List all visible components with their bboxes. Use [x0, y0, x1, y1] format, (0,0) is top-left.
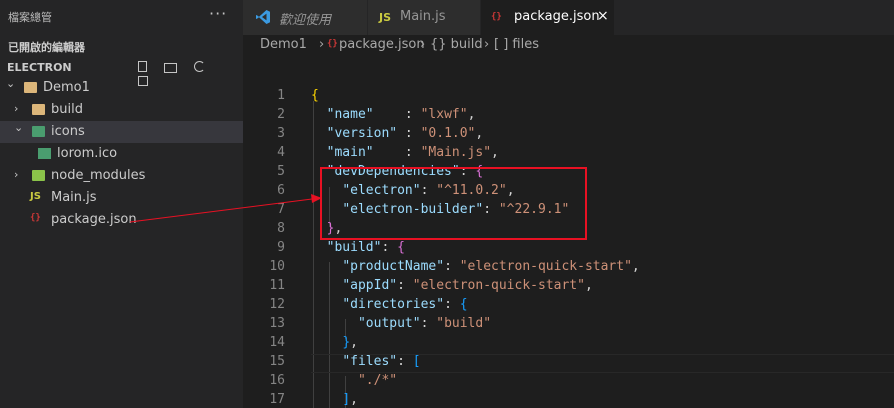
code-line[interactable]: "version" : "0.1.0", — [311, 126, 484, 141]
js-icon: JS — [30, 191, 41, 202]
line-number: 12 — [269, 297, 285, 312]
image-file-icon — [38, 148, 51, 159]
chevron-right-icon[interactable]: › — [14, 102, 18, 115]
line-number: 5 — [277, 164, 285, 179]
line-number: 10 — [269, 259, 285, 274]
new-folder-icon[interactable] — [163, 63, 177, 73]
breadcrumb-separator: › — [420, 37, 426, 52]
line-number: 4 — [277, 145, 285, 160]
json-icon: {} — [327, 39, 338, 49]
tab-label: Main.js — [400, 9, 446, 24]
vscode-icon — [256, 10, 270, 24]
breadcrumb-item[interactable]: {} build — [430, 37, 483, 52]
line-number: 13 — [269, 316, 285, 331]
open-editors-section[interactable]: 已開啟的編輯器 — [0, 35, 243, 57]
line-number: 7 — [277, 202, 285, 217]
tree-item-label: icons — [51, 124, 85, 139]
tree-item-icons[interactable]: ⌄ icons — [0, 121, 243, 143]
code-line[interactable]: "files": [ — [311, 354, 420, 369]
folder-icon — [32, 170, 45, 181]
code-line[interactable]: "output": "build" — [311, 316, 491, 331]
tree-item-label: Main.js — [51, 190, 97, 205]
tree-item-build[interactable]: › build — [0, 99, 243, 121]
tab-package-json[interactable]: {} package.json × — [481, 0, 615, 35]
line-number: 15 — [269, 354, 285, 369]
more-actions-icon[interactable]: ··· — [209, 4, 227, 23]
tab-main-js[interactable]: JS Main.js — [368, 0, 481, 35]
explorer-sidebar: 檔案總管 ··· 已開啟的編輯器 ELECTRON ⌄ Demo1 › build ⌄ i… — [0, 0, 243, 408]
code-line[interactable]: "appId": "electron-quick-start", — [311, 278, 592, 293]
open-editors-label: 已開啟的編輯器 — [8, 41, 85, 54]
tree-item-label: node_modules — [51, 168, 146, 183]
project-section-header[interactable]: ELECTRON — [0, 57, 243, 86]
line-number: 9 — [277, 240, 285, 255]
folder-icon — [24, 82, 37, 93]
code-line[interactable]: "productName": "electron-quick-start", — [311, 259, 639, 274]
breadcrumb-separator: › — [319, 37, 325, 52]
tab-label: 歡迎使用 — [279, 13, 332, 28]
tree-item-lorom-ico[interactable]: lorom.ico — [0, 143, 243, 165]
tree-item-main-js[interactable]: JS Main.js — [0, 187, 243, 209]
explorer-title: 檔案總管 — [8, 11, 52, 24]
file-tree: ⌄ Demo1 › build ⌄ icons lorom.ico › node_modules… — [0, 77, 243, 231]
breadcrumb-item[interactable]: package.json — [339, 37, 425, 52]
code-line[interactable]: "./*" — [311, 373, 397, 388]
json-icon: {} — [30, 213, 41, 223]
line-number: 6 — [277, 183, 285, 198]
close-tab-icon[interactable]: × — [597, 8, 609, 24]
tab-label: package.json — [514, 9, 600, 24]
folder-icon — [32, 126, 45, 137]
chevron-down-icon[interactable]: ⌄ — [14, 121, 23, 134]
code-line[interactable]: "build": { — [311, 240, 405, 255]
new-file-icon[interactable] — [138, 61, 147, 72]
line-number: 16 — [269, 373, 285, 388]
folder-icon — [32, 104, 45, 115]
code-line[interactable]: { — [311, 88, 319, 103]
json-icon: {} — [491, 12, 502, 22]
tree-item-label: lorom.ico — [57, 146, 118, 161]
line-number: 3 — [277, 126, 285, 141]
line-number: 11 — [269, 278, 285, 293]
chevron-right-icon[interactable]: › — [14, 168, 18, 181]
line-number: 17 — [269, 392, 285, 407]
code-line[interactable]: }, — [311, 335, 358, 350]
line-number: 2 — [277, 107, 285, 122]
breadcrumb-separator: › — [484, 37, 490, 52]
explorer-header: 檔案總管 ··· — [0, 0, 243, 33]
tab-welcome[interactable]: 歡迎使用 — [243, 0, 368, 35]
js-icon: JS — [379, 11, 392, 24]
annotation-box — [320, 167, 587, 240]
line-number: 14 — [269, 335, 285, 350]
code-line[interactable]: "name" : "lxwf", — [311, 107, 476, 122]
breadcrumb-item[interactable]: [ ] files — [494, 37, 539, 52]
tree-item-label: build — [51, 102, 83, 117]
tree-item-node-modules[interactable]: › node_modules — [0, 165, 243, 187]
breadcrumb-item[interactable]: Demo1 — [260, 37, 307, 52]
tree-item-label: package.json — [51, 212, 137, 227]
project-name: ELECTRON — [7, 61, 72, 74]
code-line[interactable]: "main" : "Main.js", — [311, 145, 499, 160]
breadcrumb: Demo1 › {} package.json › {} build › [ ]… — [243, 35, 894, 57]
tree-item-demo1[interactable]: ⌄ Demo1 — [0, 77, 243, 99]
code-line[interactable]: "directories": { — [311, 297, 467, 312]
tree-item-label: Demo1 — [43, 80, 90, 95]
line-number: 1 — [277, 88, 285, 103]
code-line[interactable]: ], — [311, 392, 358, 407]
chevron-down-icon[interactable]: ⌄ — [6, 77, 15, 90]
refresh-icon[interactable] — [193, 61, 205, 72]
tree-item-package-json[interactable]: {} package.json — [0, 209, 243, 231]
line-number: 8 — [277, 221, 285, 236]
editor-tabs: 歡迎使用 JS Main.js {} package.json × — [243, 0, 894, 35]
